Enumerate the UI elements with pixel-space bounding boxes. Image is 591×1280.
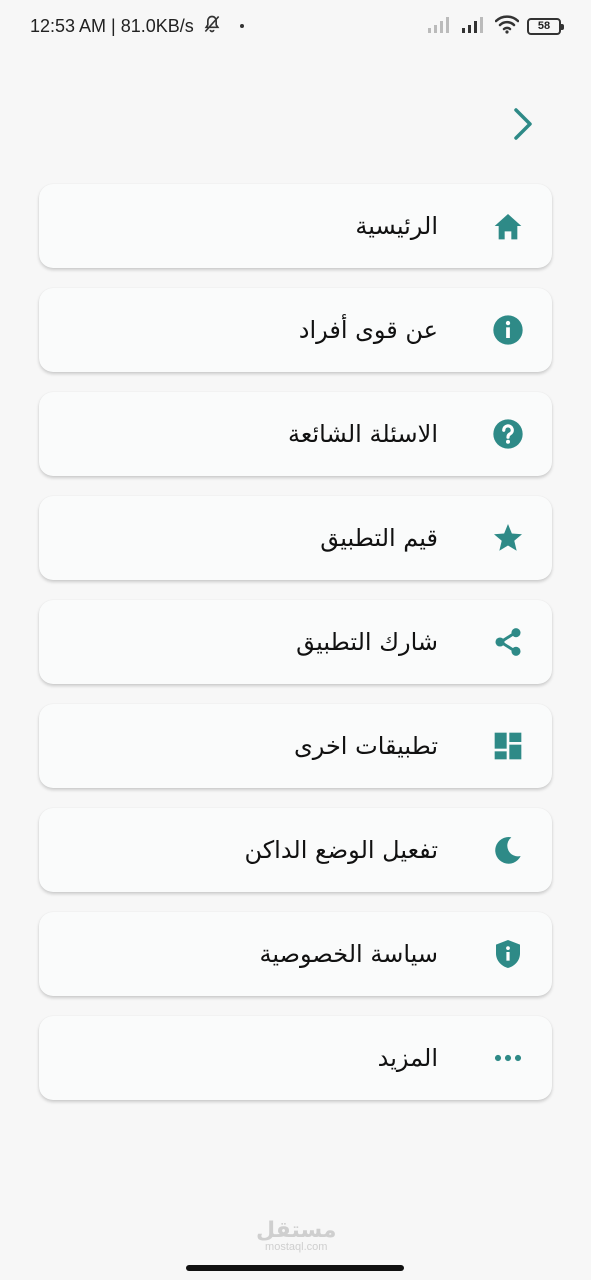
watermark-logo: مستقل mostaql.com: [256, 1218, 336, 1253]
menu-item-label: الاسئلة الشائعة: [288, 420, 438, 448]
chevron-right-icon[interactable]: [505, 104, 541, 144]
menu-item-share[interactable]: شارك التطبيق: [39, 600, 552, 684]
menu-item-label: تطبيقات اخرى: [293, 732, 438, 760]
menu-item-dark-mode[interactable]: تفعيل الوضع الداكن: [39, 808, 552, 892]
menu-item-label: الرئيسية: [355, 212, 438, 240]
more-horizontal-icon: [490, 1040, 526, 1076]
moon-icon: [490, 832, 526, 868]
status-left: 12:53 AM | 81.0KB/s: [30, 14, 244, 39]
signal-icon-2: [461, 15, 487, 38]
menu-item-faq[interactable]: الاسئلة الشائعة: [39, 392, 552, 476]
wifi-icon: [494, 14, 520, 39]
status-time: 12:53 AM | 81.0KB/s: [30, 15, 194, 36]
info-icon: [490, 312, 526, 348]
menu-item-label: شارك التطبيق: [296, 628, 438, 656]
dashboard-icon: [490, 728, 526, 764]
home-indicator[interactable]: [186, 1265, 404, 1271]
bell-off-icon: [202, 14, 222, 39]
drawer-menu: الرئيسية عن قوى أفراد الاسئلة الشائعة قي…: [39, 184, 552, 1120]
home-icon: [490, 208, 526, 244]
screen: 12:53 AM | 81.0KB/s 58 الرئيسية عن قوى أ…: [0, 0, 591, 1280]
signal-icon: [427, 15, 453, 38]
menu-item-rate[interactable]: قيم التطبيق: [39, 496, 552, 580]
battery-icon: 58: [527, 17, 564, 35]
menu-item-label: سياسة الخصوصية: [259, 940, 438, 968]
status-bar: 12:53 AM | 81.0KB/s 58: [0, 0, 591, 52]
shield-info-icon: [490, 936, 526, 972]
star-icon: [490, 520, 526, 556]
menu-item-about[interactable]: عن قوى أفراد: [39, 288, 552, 372]
menu-item-other-apps[interactable]: تطبيقات اخرى: [39, 704, 552, 788]
share-icon: [490, 624, 526, 660]
battery-level: 58: [537, 20, 551, 32]
menu-item-home[interactable]: الرئيسية: [39, 184, 552, 268]
status-right: 58: [427, 14, 564, 39]
watermark-arabic: مستقل: [256, 1218, 337, 1243]
watermark-latin: mostaql.com: [265, 1241, 328, 1253]
menu-item-more[interactable]: المزيد: [39, 1016, 552, 1100]
menu-item-label: قيم التطبيق: [320, 524, 438, 552]
notification-dot: [239, 24, 244, 28]
menu-item-label: المزيد: [377, 1044, 438, 1072]
menu-item-label: عن قوى أفراد: [298, 316, 438, 344]
menu-item-label: تفعيل الوضع الداكن: [244, 836, 438, 864]
help-icon: [490, 416, 526, 452]
menu-item-privacy[interactable]: سياسة الخصوصية: [39, 912, 552, 996]
